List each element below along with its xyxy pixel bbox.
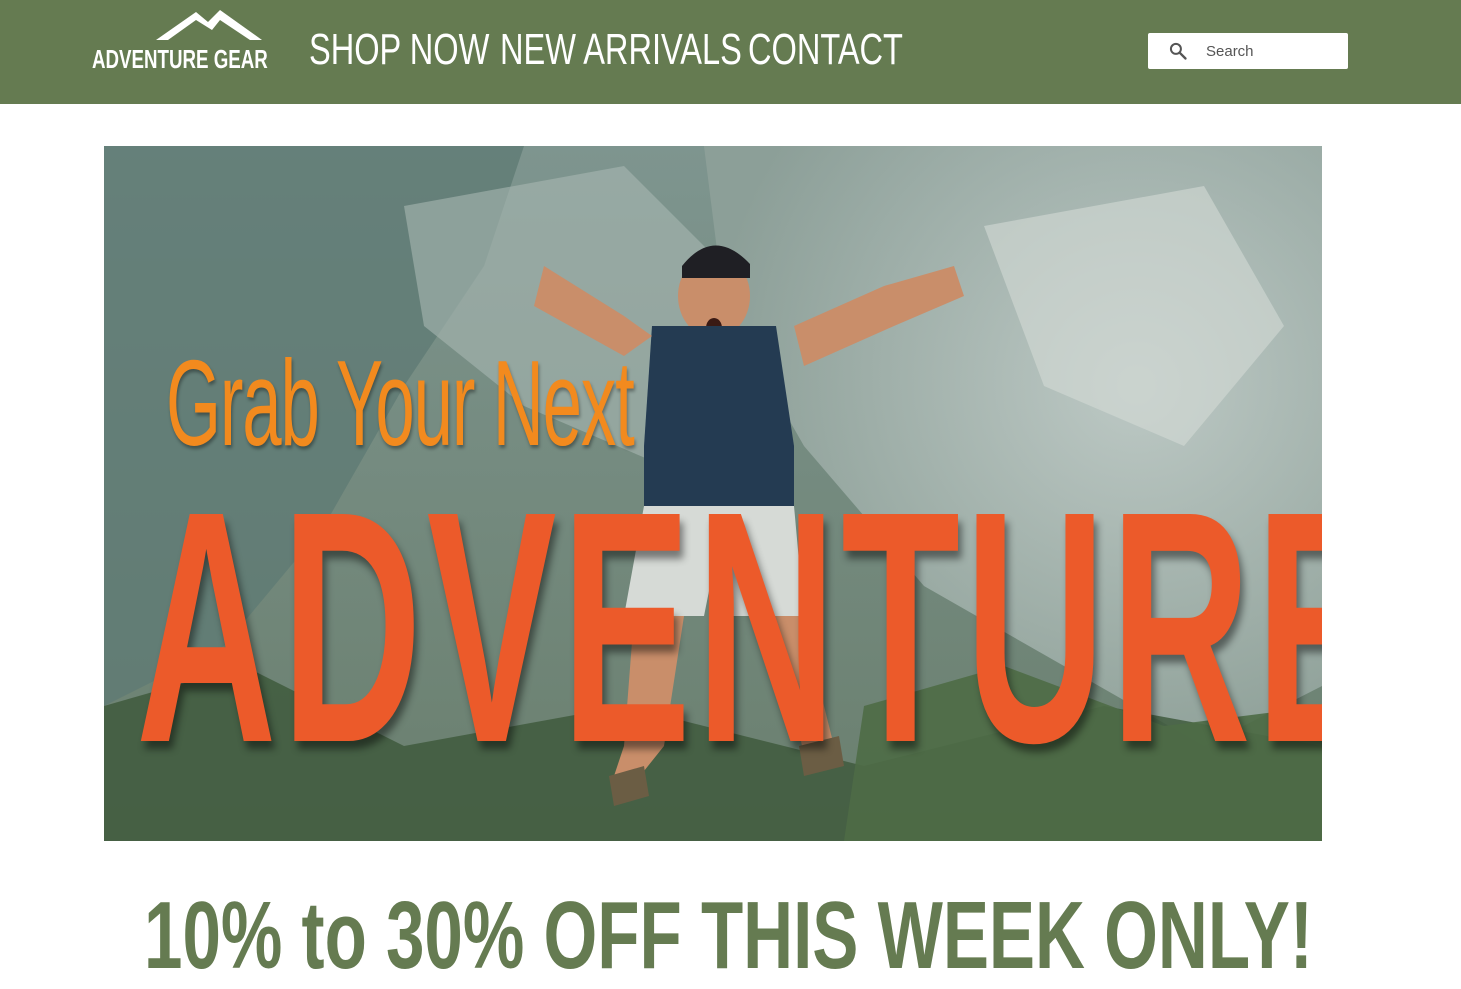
search-input[interactable] (1206, 33, 1342, 69)
search-box[interactable] (1148, 33, 1348, 69)
site-logo[interactable]: ADVENTURE GEAR (92, 8, 272, 80)
hero-headline-large: ADVENTURE (136, 442, 1322, 811)
mountain-logo-icon (156, 10, 262, 40)
search-icon[interactable] (1168, 41, 1188, 61)
hero-banner[interactable]: Grab Your Next ADVENTURE (104, 146, 1322, 841)
main-nav: SHOP NOW NEW ARRIVALS CONTACT (309, 22, 903, 78)
nav-contact[interactable]: CONTACT (748, 25, 903, 75)
nav-new-arrivals[interactable]: NEW ARRIVALS (500, 25, 742, 75)
nav-shop-now[interactable]: SHOP NOW (309, 25, 489, 75)
site-header: ADVENTURE GEAR SHOP NOW NEW ARRIVALS CON… (0, 0, 1461, 104)
promo-banner-text: 10% to 30% OFF THIS WEEK ONLY! (144, 882, 1313, 989)
logo-text: ADVENTURE GEAR (92, 44, 268, 74)
